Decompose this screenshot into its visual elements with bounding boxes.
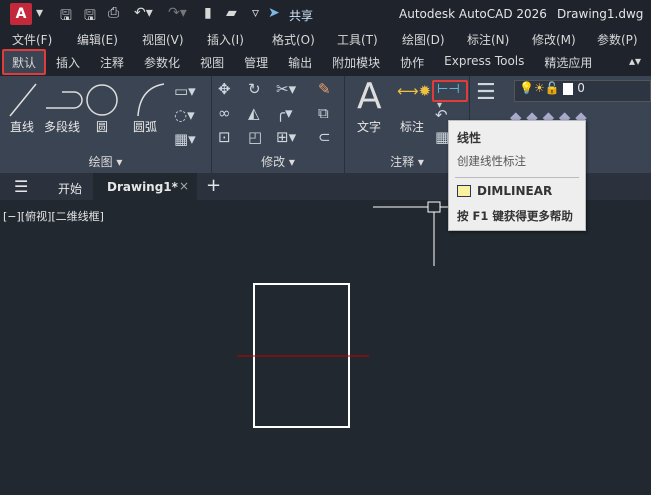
share-icon[interactable]: ➤ <box>268 5 280 21</box>
close-icon[interactable]: × <box>179 179 189 193</box>
copy-icon[interactable]: ∞ <box>218 104 231 122</box>
tooltip-command: DIMLINEAR <box>477 184 553 198</box>
array-icon[interactable]: ⊞▾ <box>276 128 296 146</box>
menu-bar: 文件(F) 编辑(E) 视图(V) 插入(I) 格式(O) 工具(T) 绘图(D… <box>0 28 651 49</box>
layer-dropdown[interactable]: 💡☀🔓 0 <box>514 80 651 102</box>
tab-collaborate[interactable]: 协作 <box>390 49 434 76</box>
menu-format[interactable]: 格式(O) <box>260 28 325 49</box>
drawing-canvas[interactable]: [−][俯视][二维线框] <box>0 200 651 495</box>
modify-panel-label[interactable]: 修改 ▾ <box>212 153 344 170</box>
app-title: Autodesk AutoCAD 2026 <box>399 7 547 21</box>
circle-tool[interactable]: 圆 <box>96 118 108 135</box>
tooltip-description: 创建线性标注 <box>457 154 526 168</box>
share-button[interactable]: 共享 <box>289 7 313 24</box>
menu-file[interactable]: 文件(F) <box>0 28 65 49</box>
current-layer: 0 <box>577 81 585 95</box>
polyline-tool[interactable]: 多段线 <box>44 118 80 135</box>
start-tab[interactable]: 开始 <box>58 180 82 197</box>
customize-icon[interactable]: ▿ <box>252 5 259 21</box>
tab-express-tools[interactable]: Express Tools <box>434 49 534 76</box>
layer-state-icons: 💡☀🔓 <box>519 81 560 95</box>
menu-parametric[interactable]: 参数(P) <box>585 28 650 49</box>
tab-parametric[interactable]: 参数化 <box>134 49 190 76</box>
tab-annotate[interactable]: 注释 <box>90 49 134 76</box>
tooltip: 线性 创建线性标注 DIMLINEAR 按 F1 键获得更多帮助 <box>448 120 586 231</box>
text-tool[interactable]: 文字 <box>357 118 381 135</box>
fillet-icon[interactable]: ╭▾ <box>276 104 293 122</box>
dimension-icon[interactable]: ⟷✹ <box>397 82 431 100</box>
leader-icon[interactable]: ↶ <box>435 106 448 124</box>
layer-properties-icon[interactable]: ☰ <box>476 80 496 105</box>
open-folder-icon[interactable]: ▰ <box>226 5 237 21</box>
app-logo[interactable]: A <box>10 3 32 25</box>
trim-icon[interactable]: ✂▾ <box>276 80 296 98</box>
tab-view[interactable]: 视图 <box>190 49 234 76</box>
scale-icon[interactable]: ◰ <box>248 128 262 146</box>
draw-panel-label[interactable]: 绘图 ▾ <box>0 153 211 170</box>
new-file-icon[interactable]: ▮ <box>204 5 212 21</box>
menu-modify[interactable]: 修改(M) <box>520 28 585 49</box>
ribbon-minimize-icon[interactable]: ▴▾ <box>619 49 651 76</box>
tab-home[interactable]: 默认 <box>2 49 47 75</box>
tooltip-help: 按 F1 键获得更多帮助 <box>457 209 573 223</box>
drawing-tab[interactable]: Drawing1* × <box>93 173 197 200</box>
tooltip-title: 线性 <box>457 131 482 145</box>
dimension-tool[interactable]: 标注 <box>400 118 424 135</box>
ribbon-tabs: 默认 插入 注释 参数化 视图 管理 输出 附加模块 协作 Express To… <box>0 49 651 76</box>
mirror-icon[interactable]: ◭ <box>248 104 260 122</box>
erase-icon[interactable]: ✎ <box>318 80 331 98</box>
explode-icon[interactable]: ⧉ <box>318 104 329 122</box>
move-icon[interactable]: ✥ <box>218 80 231 98</box>
rotate-icon[interactable]: ↻ <box>248 80 261 98</box>
arc-tool[interactable]: 圆弧 <box>133 118 157 135</box>
pickbox <box>427 201 441 213</box>
tab-featured-apps[interactable]: 精选应用 <box>534 49 602 76</box>
menu-view[interactable]: 视图(V) <box>130 28 195 49</box>
modify-panel: ✥ ↻ ✂▾ ✎ ∞ ◭ ╭▾ ⧉ ⊡ ◰ ⊞▾ ⊂ 修改 ▾ <box>212 76 345 173</box>
menu-draw[interactable]: 绘图(D) <box>390 28 455 49</box>
new-tab-icon[interactable]: + <box>206 175 221 196</box>
drawing-tab-label: Drawing1* <box>107 180 178 194</box>
dropdown-icon[interactable]: ▾ <box>36 5 43 21</box>
tab-manage[interactable]: 管理 <box>234 49 278 76</box>
ellipse-icon[interactable]: ◌▾ <box>174 106 195 124</box>
file-name: Drawing1.dwg <box>557 7 644 21</box>
menu-insert[interactable]: 插入(I) <box>195 28 260 49</box>
save-icon[interactable]: 🖫 <box>60 5 72 29</box>
tab-addins[interactable]: 附加模块 <box>322 49 390 76</box>
undo-icon[interactable]: ↶▾ <box>134 5 153 21</box>
linear-dimension-button[interactable]: ⊢⊣ ▾ <box>432 80 468 111</box>
menu-tools[interactable]: 工具(T) <box>325 28 390 49</box>
menu-dimension[interactable]: 标注(N) <box>455 28 520 49</box>
redo-icon[interactable]: ↷▾ <box>168 5 187 21</box>
draw-panel: 直线 多段线 圆 圆弧 ▭▾ ◌▾ ▦▾ 绘图 ▾ <box>0 76 212 173</box>
save-as-icon[interactable]: 🖫 <box>84 5 96 29</box>
tab-insert[interactable]: 插入 <box>46 49 90 76</box>
text-icon[interactable]: A <box>357 76 382 117</box>
offset-icon[interactable]: ⊂ <box>318 128 331 146</box>
rectangle-icon[interactable]: ▭▾ <box>174 82 196 100</box>
title-bar: A ▾ 🖫 🖫 ⎙ ↶▾ ↷▾ ▮ ▰ ▿ ➤ 共享 Autodesk Auto… <box>0 0 651 28</box>
menu-icon[interactable]: ☰ <box>14 177 28 196</box>
command-icon <box>457 185 471 197</box>
hatch-icon[interactable]: ▦▾ <box>174 130 196 148</box>
line-tool[interactable]: 直线 <box>10 118 34 135</box>
stretch-icon[interactable]: ⊡ <box>218 128 231 146</box>
tab-output[interactable]: 输出 <box>278 49 322 76</box>
drawing-geometry <box>237 201 448 428</box>
print-icon[interactable]: ⎙ <box>108 5 119 21</box>
menu-edit[interactable]: 编辑(E) <box>65 28 130 49</box>
